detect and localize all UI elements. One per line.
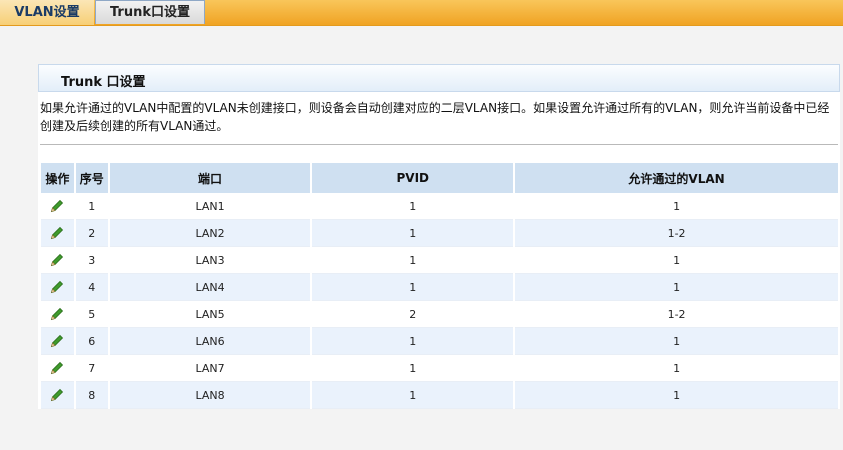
tab-vlan-settings[interactable]: VLAN设置 xyxy=(0,0,94,25)
pvid-cell: 1 xyxy=(311,354,516,382)
operation-cell xyxy=(41,193,76,220)
table-row: 8 LAN8 1 1 xyxy=(41,381,840,409)
tab-bar: VLAN设置 Trunk口设置 xyxy=(0,0,843,26)
pvid-cell: 1 xyxy=(311,273,516,301)
index-cell: 3 xyxy=(74,246,110,274)
trunk-settings-panel: Trunk 口设置 如果允许通过的VLAN中配置的VLAN未创建接口，则设备会自… xyxy=(38,64,840,409)
section-description: 如果允许通过的VLAN中配置的VLAN未创建接口，则设备会自动创建对应的二层VL… xyxy=(40,101,830,133)
index-cell: 1 xyxy=(74,193,110,220)
port-cell: LAN8 xyxy=(108,381,313,409)
operation-cell xyxy=(41,273,76,301)
allowed-vlan-cell: 1 xyxy=(514,381,840,409)
port-cell: LAN5 xyxy=(108,300,313,328)
edit-pencil-icon[interactable] xyxy=(49,252,65,268)
operation-cell xyxy=(41,327,76,355)
edit-pencil-icon[interactable] xyxy=(49,360,65,376)
pvid-cell: 1 xyxy=(311,327,516,355)
divider xyxy=(40,144,838,145)
port-cell: LAN1 xyxy=(108,193,313,220)
index-cell: 7 xyxy=(74,354,110,382)
operation-cell xyxy=(41,354,76,382)
table-row: 5 LAN5 2 1-2 xyxy=(41,300,840,328)
trunk-table-area: 操作 序号 端口 PVID 允许通过的VLAN 1 LAN1 1 1 2 LAN2 1 1-2… xyxy=(38,160,840,409)
port-cell: LAN7 xyxy=(108,354,313,382)
pvid-cell: 1 xyxy=(311,381,516,409)
edit-pencil-icon[interactable] xyxy=(49,279,65,295)
edit-pencil-icon[interactable] xyxy=(49,225,65,241)
pvid-cell: 1 xyxy=(311,246,516,274)
operation-cell xyxy=(41,381,76,409)
column-header-operation: 操作 xyxy=(41,163,76,193)
index-cell: 4 xyxy=(74,273,110,301)
table-row: 4 LAN4 1 1 xyxy=(41,273,840,301)
allowed-vlan-cell: 1 xyxy=(514,193,840,220)
index-cell: 8 xyxy=(74,381,110,409)
allowed-vlan-cell: 1 xyxy=(514,354,840,382)
port-cell: LAN4 xyxy=(108,273,313,301)
table-header-row: 操作 序号 端口 PVID 允许通过的VLAN xyxy=(41,163,840,193)
section-title: Trunk 口设置 xyxy=(61,75,146,90)
column-header-allowed-vlan: 允许通过的VLAN xyxy=(514,163,840,193)
column-header-pvid: PVID xyxy=(311,163,516,193)
table-row: 7 LAN7 1 1 xyxy=(41,354,840,382)
column-header-port: 端口 xyxy=(108,163,313,193)
trunk-port-table: 操作 序号 端口 PVID 允许通过的VLAN 1 LAN1 1 1 2 LAN2 1 1-2… xyxy=(41,163,840,409)
port-cell: LAN2 xyxy=(108,219,313,247)
pvid-cell: 1 xyxy=(311,193,516,220)
pvid-cell: 2 xyxy=(311,300,516,328)
operation-cell xyxy=(41,246,76,274)
index-cell: 5 xyxy=(74,300,110,328)
table-row: 2 LAN2 1 1-2 xyxy=(41,219,840,247)
tab-trunk-settings[interactable]: Trunk口设置 xyxy=(95,0,205,24)
column-header-index: 序号 xyxy=(74,163,110,193)
pvid-cell: 1 xyxy=(311,219,516,247)
allowed-vlan-cell: 1-2 xyxy=(514,300,840,328)
edit-pencil-icon[interactable] xyxy=(49,306,65,322)
index-cell: 6 xyxy=(74,327,110,355)
index-cell: 2 xyxy=(74,219,110,247)
port-cell: LAN3 xyxy=(108,246,313,274)
allowed-vlan-cell: 1 xyxy=(514,327,840,355)
allowed-vlan-cell: 1-2 xyxy=(514,219,840,247)
table-row: 1 LAN1 1 1 xyxy=(41,193,840,220)
edit-pencil-icon[interactable] xyxy=(49,387,65,403)
allowed-vlan-cell: 1 xyxy=(514,273,840,301)
allowed-vlan-cell: 1 xyxy=(514,246,840,274)
section-header: Trunk 口设置 xyxy=(38,64,840,92)
port-cell: LAN6 xyxy=(108,327,313,355)
operation-cell xyxy=(41,219,76,247)
table-row: 3 LAN3 1 1 xyxy=(41,246,840,274)
edit-pencil-icon[interactable] xyxy=(49,333,65,349)
edit-pencil-icon[interactable] xyxy=(49,198,65,214)
table-row: 6 LAN6 1 1 xyxy=(41,327,840,355)
operation-cell xyxy=(41,300,76,328)
